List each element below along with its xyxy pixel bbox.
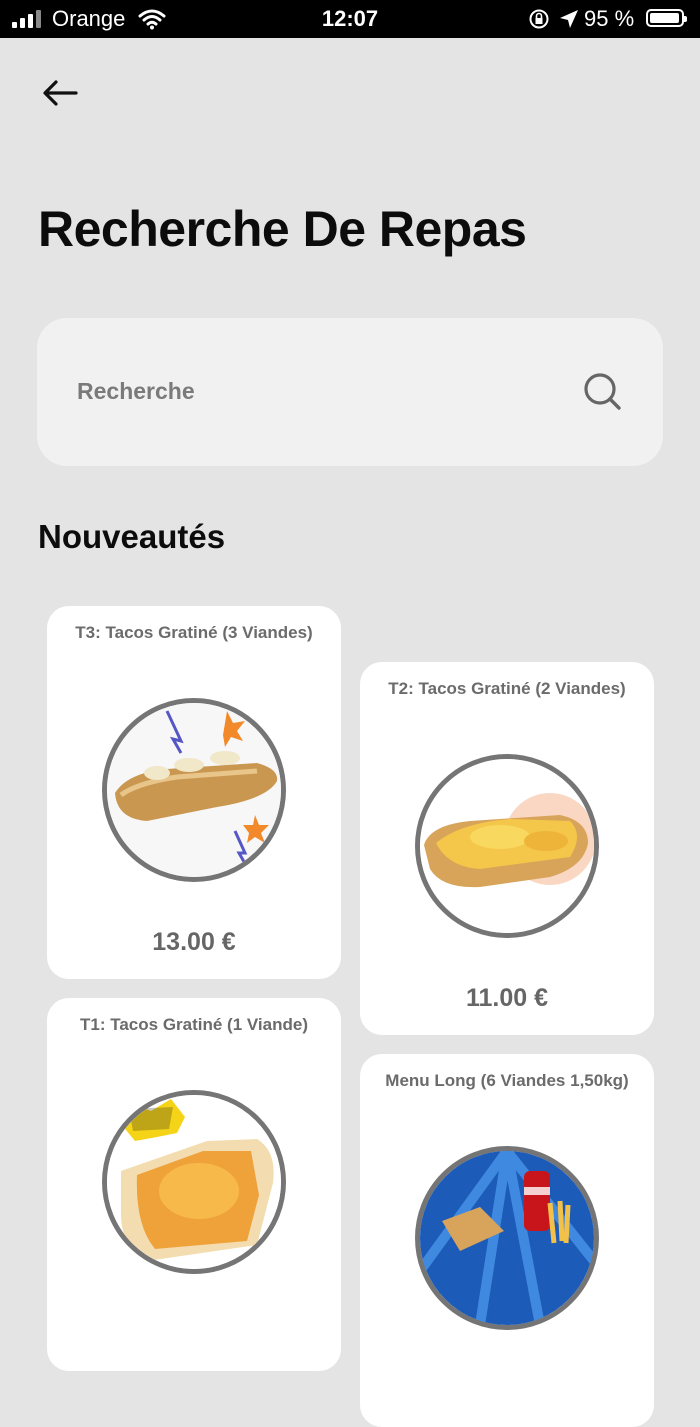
product-name: T1: Tacos Gratiné (1 Viande): [80, 1015, 308, 1034]
product-name: Menu Long (6 Viandes 1,50kg): [385, 1071, 629, 1090]
search-bar[interactable]: [37, 318, 663, 466]
rotation-lock-icon: [529, 9, 549, 29]
tacos-image: [107, 1095, 281, 1269]
back-button[interactable]: [40, 75, 80, 111]
status-bar: Orange 12:07 95 %: [0, 0, 700, 38]
tacos-image: [107, 703, 281, 877]
product-card-t3[interactable]: T3: Tacos Gratiné (3 Viandes) 13.00 €: [47, 606, 341, 979]
menu-image: [420, 1151, 594, 1325]
product-price: 13.00 €: [152, 928, 236, 956]
product-name: T2: Tacos Gratiné (2 Viandes): [388, 679, 626, 698]
battery-percent: 95 %: [584, 6, 635, 31]
arrow-left-icon: [43, 80, 78, 106]
page-title: Recherche De Repas: [38, 201, 527, 257]
product-card-t2[interactable]: T2: Tacos Gratiné (2 Viandes) 11.00 €: [360, 662, 654, 1035]
product-image: [102, 698, 286, 882]
location-arrow-icon: [560, 10, 578, 28]
tacos-image: [420, 759, 594, 933]
product-image: [102, 1090, 286, 1274]
battery-icon: [646, 9, 687, 27]
product-image: [415, 1146, 599, 1330]
search-icon[interactable]: [583, 372, 623, 412]
product-name: T3: Tacos Gratiné (3 Viandes): [75, 623, 313, 642]
section-title: Nouveautés: [38, 518, 226, 555]
product-image: [415, 754, 599, 938]
product-card-menu-long[interactable]: Menu Long (6 Viandes 1,50kg): [360, 1054, 654, 1427]
product-price: 11.00 €: [465, 984, 549, 1012]
product-card-t1[interactable]: T1: Tacos Gratiné (1 Viande): [47, 998, 341, 1371]
search-input[interactable]: [75, 368, 559, 414]
